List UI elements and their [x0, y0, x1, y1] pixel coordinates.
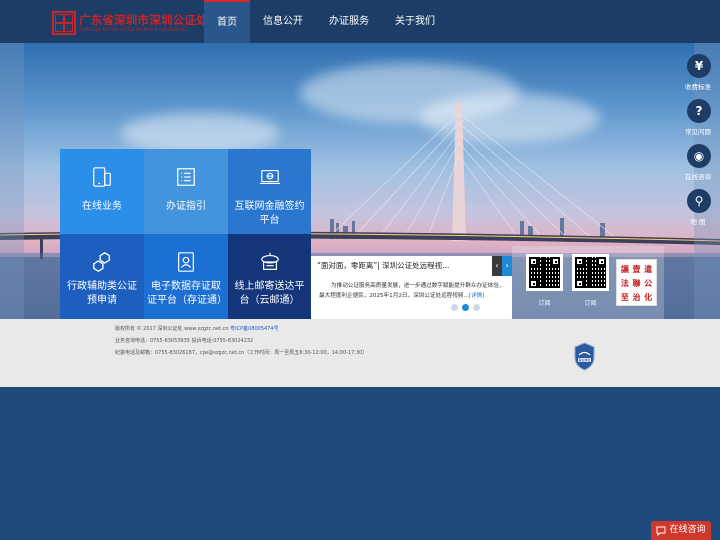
tile-finance-platform[interactable]: 互联网金融签约平台 — [228, 149, 311, 234]
logo-subtitle: SHENZHEN NOTARY OFFICE SHENZHEN GUANGDON… — [79, 27, 187, 32]
service-tiles: 在线业务 办证指引 互联网金融签约平台 行政辅助类公证预申请 电子数据存证取证平… — [60, 149, 311, 319]
hexagon-link-icon — [93, 252, 111, 272]
news-prev-button[interactable]: ‹ — [492, 256, 502, 276]
nav-home[interactable]: 首页 — [204, 0, 250, 43]
slider-dot[interactable] — [451, 304, 458, 311]
tile-online-business[interactable]: 在线业务 — [60, 149, 144, 234]
laptop-globe-icon — [259, 169, 280, 185]
map-pin-icon: ⚲ — [687, 189, 711, 213]
qr-code-service — [572, 254, 609, 291]
logo-title: 广东省深圳市深圳公证处 — [79, 13, 208, 27]
page-background — [0, 387, 720, 540]
slider-dot[interactable] — [473, 304, 480, 311]
fee-standard-link[interactable]: ¥ 收费标准 — [676, 54, 720, 99]
tile-evidence-platform[interactable]: 电子数据存证取证平台（存证通） — [144, 234, 228, 319]
icp-link[interactable]: 粤ICP备08005474号 — [230, 326, 278, 332]
news-headline[interactable]: “面对面，零距离”| 深圳公证处远程视... — [311, 256, 500, 276]
news-summary: 为推动公证服务高质量发展，进一步通过数字赋能提升群众办证体验，最大程度利企便民，… — [311, 276, 512, 319]
news-more-link[interactable]: [详情] — [469, 293, 485, 299]
faq-link[interactable]: ? 常见问题 — [676, 99, 720, 144]
nav-info-disclosure[interactable]: 信息公开 — [250, 0, 316, 43]
qr-label: 订阅 — [584, 300, 597, 307]
seal-icon — [52, 11, 76, 35]
badge-label: 事业单位 — [578, 357, 590, 362]
id-card-icon — [178, 252, 194, 272]
online-consult-link[interactable]: ◉ 在线咨询 — [676, 144, 720, 189]
floating-sidebar: ¥ 收费标准 ? 常见问题 ◉ 在线咨询 ⚲ 地 图 — [676, 54, 720, 234]
yen-icon: ¥ — [687, 54, 711, 78]
site-footer: 版权所有 © 2017 深圳公证处 www.szgzc.net.cn 粤ICP备… — [0, 319, 720, 387]
footer-copyright: 版权所有 © 2017 深圳公证处 www.szgzc.net.cn 粤ICP备… — [115, 326, 279, 332]
top-header: 广东省深圳市深圳公证处 SHENZHEN NOTARY OFFICE SHENZ… — [0, 0, 720, 43]
chat-bubble-icon: ◉ — [687, 144, 711, 168]
main-nav: 首页 信息公开 办证服务 关于我们 — [204, 0, 448, 43]
public-institution-badge[interactable]: 事业单位 — [573, 342, 596, 371]
slider-dot-active[interactable] — [462, 304, 469, 311]
rule-of-law-seal: 讓壹遣 法聯公 至治化 — [616, 259, 657, 306]
question-icon: ? — [687, 99, 711, 123]
nav-notary-services[interactable]: 办证服务 — [316, 0, 382, 43]
news-next-button[interactable]: › — [502, 256, 512, 276]
chat-icon — [656, 526, 666, 536]
list-icon — [177, 168, 195, 186]
tile-mail-platform[interactable]: 线上邮寄送达平台（云邮通） — [228, 234, 311, 319]
tile-admin-preapply[interactable]: 行政辅助类公证预申请 — [60, 234, 144, 319]
qr-code-wechat — [526, 254, 563, 291]
qr-label: 订阅 — [538, 300, 551, 307]
footer-contact: 纪委电话及邮箱：0755-83026187，cjw@szgzc.net.cn（工… — [115, 350, 368, 356]
slider-dots — [451, 304, 480, 311]
delivery-icon — [260, 252, 279, 270]
online-chat-button[interactable]: 在线咨询 — [651, 521, 711, 540]
nav-about-us[interactable]: 关于我们 — [382, 0, 448, 43]
footer-phones: 业务咨询电话：0755-83053935 投诉电话:0755-83024232 — [115, 338, 254, 344]
tablet-icon — [93, 167, 111, 187]
map-link[interactable]: ⚲ 地 图 — [676, 189, 720, 234]
tile-guide[interactable]: 办证指引 — [144, 149, 228, 234]
site-logo[interactable]: 广东省深圳市深圳公证处 SHENZHEN NOTARY OFFICE SHENZ… — [52, 10, 208, 36]
hero-banner: 在线业务 办证指引 互联网金融签约平台 行政辅助类公证预申请 电子数据存证取证平… — [0, 43, 720, 319]
